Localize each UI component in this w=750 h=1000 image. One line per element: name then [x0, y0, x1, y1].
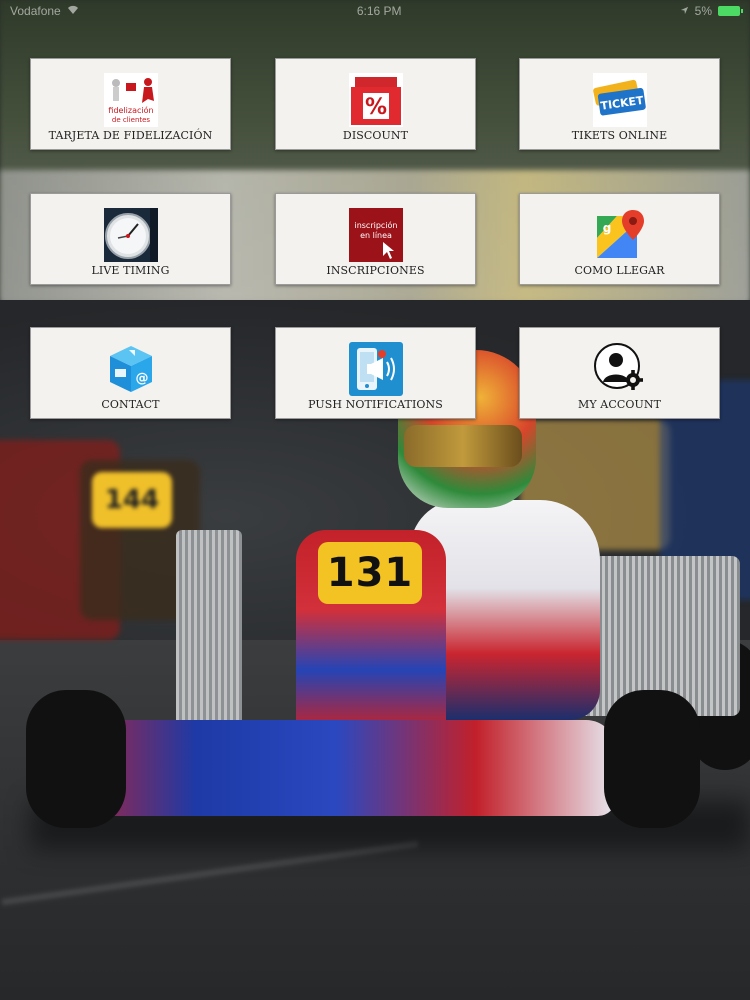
- tile-contact[interactable]: @ CONTACT: [30, 327, 231, 419]
- tile-label: DISCOUNT: [342, 129, 409, 142]
- account-gear-icon: [593, 342, 647, 396]
- ticket-icon: TICKET: [592, 73, 647, 127]
- tile-label: CONTACT: [101, 398, 160, 411]
- loyalty-icon-text-1: fidelización: [108, 105, 153, 115]
- tile-label: MY ACCOUNT: [577, 398, 662, 411]
- svg-text:%: %: [364, 95, 386, 120]
- tile-label: COMO LLEGAR: [574, 264, 665, 277]
- background-photo: 144 131: [0, 0, 750, 1000]
- maps-pin-icon: g: [593, 208, 647, 262]
- loyalty-icon-text-2: de clientes: [111, 116, 150, 124]
- stopwatch-icon: [103, 208, 158, 262]
- megaphone-icon: [348, 342, 403, 396]
- wifi-icon: [67, 4, 79, 18]
- main-kart: 131: [0, 0, 750, 1000]
- tile-tikets-online[interactable]: TICKET TIKETS ONLINE: [519, 58, 720, 150]
- tile-label: PUSH NOTIFICATIONS: [308, 398, 443, 411]
- tile-push-notifications[interactable]: PUSH NOTIFICATIONS: [275, 327, 476, 419]
- registration-icon-text-1: inscripción: [354, 220, 397, 230]
- kart-number-plate: 131: [318, 542, 422, 604]
- tile-label: TIKETS ONLINE: [571, 129, 668, 142]
- tile-tarjeta-fidelizacion[interactable]: fidelización de clientes TARJETA DE FIDE…: [30, 58, 231, 150]
- svg-text:g: g: [602, 221, 611, 235]
- svg-text:@: @: [135, 371, 148, 386]
- loyalty-card-icon: fidelización de clientes: [103, 73, 158, 127]
- tile-label: INSCRIPCIONES: [326, 264, 425, 277]
- carrier-label: Vodafone: [10, 4, 61, 18]
- tile-live-timing[interactable]: LIVE TIMING: [30, 193, 231, 285]
- percent-tag-icon: %: [348, 73, 403, 127]
- tile-label: LIVE TIMING: [91, 264, 170, 277]
- registration-icon: inscripción en línea: [348, 208, 403, 262]
- battery-percent: 5%: [694, 4, 712, 18]
- tile-label: TARJETA DE FIDELIZACIÓN: [48, 129, 213, 142]
- tile-inscripciones[interactable]: inscripción en línea INSCRIPCIONES: [275, 193, 476, 285]
- clock: 6:16 PM: [356, 4, 402, 18]
- status-bar: Vodafone 6:16 PM 5%: [0, 0, 750, 22]
- tile-discount[interactable]: % DISCOUNT: [275, 58, 476, 150]
- location-icon: [680, 4, 689, 18]
- registration-icon-text-2: en línea: [360, 231, 392, 240]
- contact-cube-icon: @: [104, 342, 158, 396]
- tile-como-llegar[interactable]: g COMO LLEGAR: [519, 193, 720, 285]
- tile-my-account[interactable]: MY ACCOUNT: [519, 327, 720, 419]
- battery-icon: [717, 6, 743, 16]
